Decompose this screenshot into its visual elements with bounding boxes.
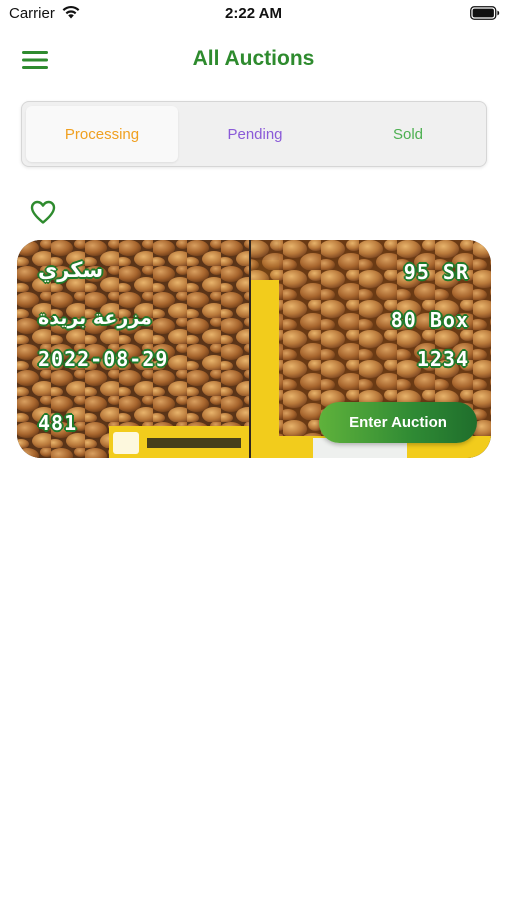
quantity-label: 80 Box	[390, 308, 469, 332]
page-title: All Auctions	[192, 47, 315, 70]
enter-auction-button[interactable]: Enter Auction	[319, 402, 477, 443]
navigation-bar: All Auctions	[0, 40, 507, 80]
auction-date: 2022-08-29	[38, 347, 169, 371]
product-name: سكري	[38, 258, 104, 282]
tab-processing[interactable]: Processing	[26, 106, 178, 162]
lot-number: 1234	[416, 347, 469, 371]
auction-id: 481	[38, 411, 78, 435]
status-time: 2:22 AM	[225, 5, 282, 22]
battery-icon	[470, 6, 500, 20]
auction-card[interactable]: سكري مزرعة بريدة 2022-08-29 481 95 SR 80…	[17, 240, 491, 458]
heart-outline-icon[interactable]	[29, 199, 57, 225]
tab-pending[interactable]: Pending	[179, 106, 331, 162]
price-label: 95 SR	[403, 260, 469, 284]
status-bar: Carrier 2:22 AM	[0, 0, 507, 28]
auction-status-tabs: Processing Pending Sold	[21, 101, 487, 167]
farm-name: مزرعة بريدة	[38, 307, 152, 329]
tab-sold[interactable]: Sold	[332, 106, 484, 162]
